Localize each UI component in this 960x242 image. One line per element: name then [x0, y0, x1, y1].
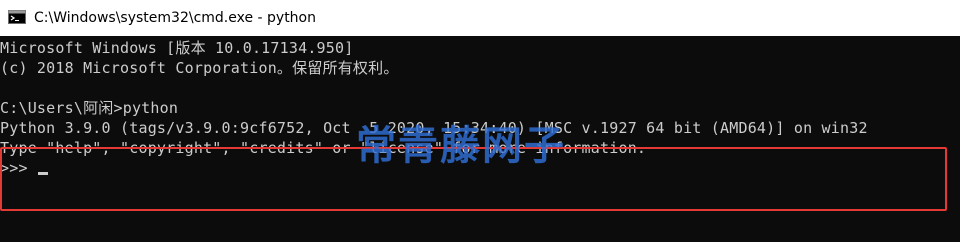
console-area[interactable]: Microsoft Windows [版本 10.0.17134.950] (c…	[0, 36, 960, 242]
cmd-icon[interactable]	[8, 10, 26, 24]
cmd-window: C:\Windows\system32\cmd.exe - python Mic…	[0, 0, 960, 242]
console-line-version: Microsoft Windows [版本 10.0.17134.950]	[0, 39, 354, 57]
prompt-text: >>>	[0, 159, 28, 177]
console-line-python-version: Python 3.9.0 (tags/v3.9.0:9cf6752, Oct 5…	[0, 119, 868, 137]
console-line-help-hint: Type "help", "copyright", "credits" or "…	[0, 139, 647, 157]
title-bar[interactable]: C:\Windows\system32\cmd.exe - python	[0, 0, 960, 36]
console-line-command: C:\Users\阿闲>python	[0, 99, 179, 117]
text-cursor	[37, 172, 48, 175]
window-title: C:\Windows\system32\cmd.exe - python	[34, 10, 316, 26]
console-line-copyright: (c) 2018 Microsoft Corporation。保留所有权利。	[0, 59, 399, 77]
console-line-prompt[interactable]: >>>	[0, 158, 48, 178]
